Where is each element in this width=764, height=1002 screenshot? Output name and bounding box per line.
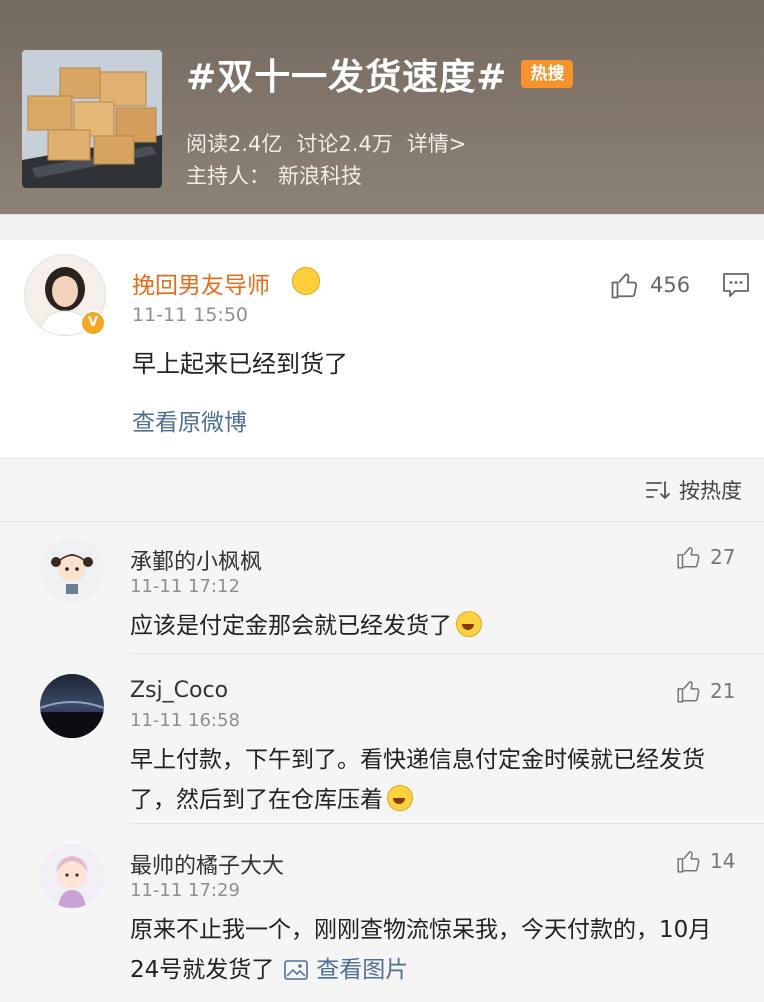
comment-text-content: 原来不止我一个，刚刚查物流惊呆我，今天付款的，10月24号就发货了 bbox=[130, 917, 712, 983]
comment-timestamp: 11-11 16:58 bbox=[130, 710, 240, 731]
featured-post: V 挽回男友导师 11-11 15:50 456 早上起来已经到货了 查看原微博 bbox=[0, 240, 764, 458]
comment-item: 最帅的橘子大大 11-11 17:29 14 原来不止我一个，刚刚查物流惊呆我，… bbox=[0, 824, 764, 1002]
comment-text-content: 早上付款，下午到了。看快递信息付定金时候就已经发货了，然后到了在仓库压着 bbox=[130, 747, 705, 813]
comment-timestamp: 11-11 17:12 bbox=[130, 576, 240, 597]
topic-host: 主持人： 新浪科技 bbox=[186, 160, 362, 190]
image-icon bbox=[284, 960, 309, 980]
post-like-count: 456 bbox=[650, 273, 691, 297]
comment-like-count: 14 bbox=[710, 849, 736, 873]
sort-label: 按热度 bbox=[679, 479, 742, 503]
comment-author-name[interactable]: Zsj_Coco bbox=[130, 678, 228, 703]
host-name-link[interactable]: 新浪科技 bbox=[278, 164, 362, 188]
sort-icon bbox=[646, 481, 670, 499]
topic-header: #双十一发货速度# 热搜 阅读2.4亿 讨论2.4万 详情> 主持人： 新浪科技 bbox=[0, 0, 764, 214]
hot-search-badge: 热搜 bbox=[521, 60, 574, 88]
comments-section: 按热度 承鄞的小枫枫 11-11 17:12 27 应该是付定金那会就已经发货了… bbox=[0, 458, 764, 1002]
comment-like-button[interactable]: 27 bbox=[676, 544, 735, 570]
read-count: 阅读2.4亿 bbox=[186, 132, 283, 156]
comment-text: 原来不止我一个，刚刚查物流惊呆我，今天付款的，10月24号就发货了 查看图片 bbox=[130, 910, 740, 990]
sort-by-hot-button[interactable]: 按热度 bbox=[645, 475, 742, 505]
section-divider bbox=[0, 214, 764, 241]
comment-timestamp: 11-11 17:29 bbox=[130, 880, 240, 901]
topic-stats: 阅读2.4亿 讨论2.4万 详情> bbox=[186, 128, 480, 158]
comment-like-count: 21 bbox=[710, 679, 736, 703]
topic-title: #双十一发货速度# bbox=[186, 57, 508, 98]
thumbs-up-icon bbox=[611, 273, 638, 299]
discussion-count: 讨论2.4万 bbox=[296, 132, 393, 156]
comment-icon[interactable] bbox=[722, 272, 750, 298]
host-label: 主持人： bbox=[186, 164, 270, 188]
view-original-link[interactable]: 查看原微博 bbox=[132, 403, 247, 437]
laughing-emoji-icon bbox=[387, 785, 413, 811]
weibo-topic-page: #双十一发货速度# 热搜 阅读2.4亿 讨论2.4万 详情> 主持人： 新浪科技 V … bbox=[0, 0, 764, 1002]
thumbs-up-icon bbox=[677, 547, 700, 569]
comment-text: 应该是付定金那会就已经发货了 bbox=[130, 606, 740, 646]
post-text: 早上起来已经到货了 bbox=[132, 350, 348, 378]
thumbs-up-icon bbox=[677, 851, 700, 873]
thumbs-up-icon bbox=[677, 681, 700, 703]
comment-author-name[interactable]: 最帅的橘子大大 bbox=[130, 848, 284, 880]
view-image-link[interactable]: 查看图片 bbox=[316, 957, 408, 983]
post-like-button[interactable]: 456 bbox=[610, 270, 690, 300]
crown-icon bbox=[292, 267, 320, 295]
avatar[interactable] bbox=[40, 538, 104, 602]
topic-thumbnail[interactable] bbox=[22, 50, 162, 188]
post-timestamp: 11-11 15:50 bbox=[132, 304, 249, 326]
comment-like-button[interactable]: 21 bbox=[676, 678, 735, 704]
comment-author-name[interactable]: 承鄞的小枫枫 bbox=[130, 544, 262, 576]
comment-item: 承鄞的小枫枫 11-11 17:12 27 应该是付定金那会就已经发货了 bbox=[0, 520, 764, 654]
comment-text: 早上付款，下午到了。看快递信息付定金时候就已经发货了，然后到了在仓库压着 bbox=[130, 740, 740, 820]
comment-like-button[interactable]: 14 bbox=[676, 848, 735, 874]
comment-item: Zsj_Coco 11-11 16:58 21 早上付款，下午到了。看快递信息付… bbox=[0, 654, 764, 824]
laughing-emoji-icon bbox=[456, 611, 482, 637]
comment-text-content: 应该是付定金那会就已经发货了 bbox=[130, 613, 452, 639]
avatar[interactable] bbox=[40, 844, 104, 908]
comment-like-count: 27 bbox=[710, 545, 736, 569]
post-author-name[interactable]: 挽回男友导师 bbox=[132, 266, 270, 300]
details-link[interactable]: 详情> bbox=[407, 132, 467, 156]
avatar[interactable] bbox=[40, 674, 104, 738]
verified-icon: V bbox=[80, 310, 106, 336]
sort-bar: 按热度 bbox=[0, 458, 764, 522]
